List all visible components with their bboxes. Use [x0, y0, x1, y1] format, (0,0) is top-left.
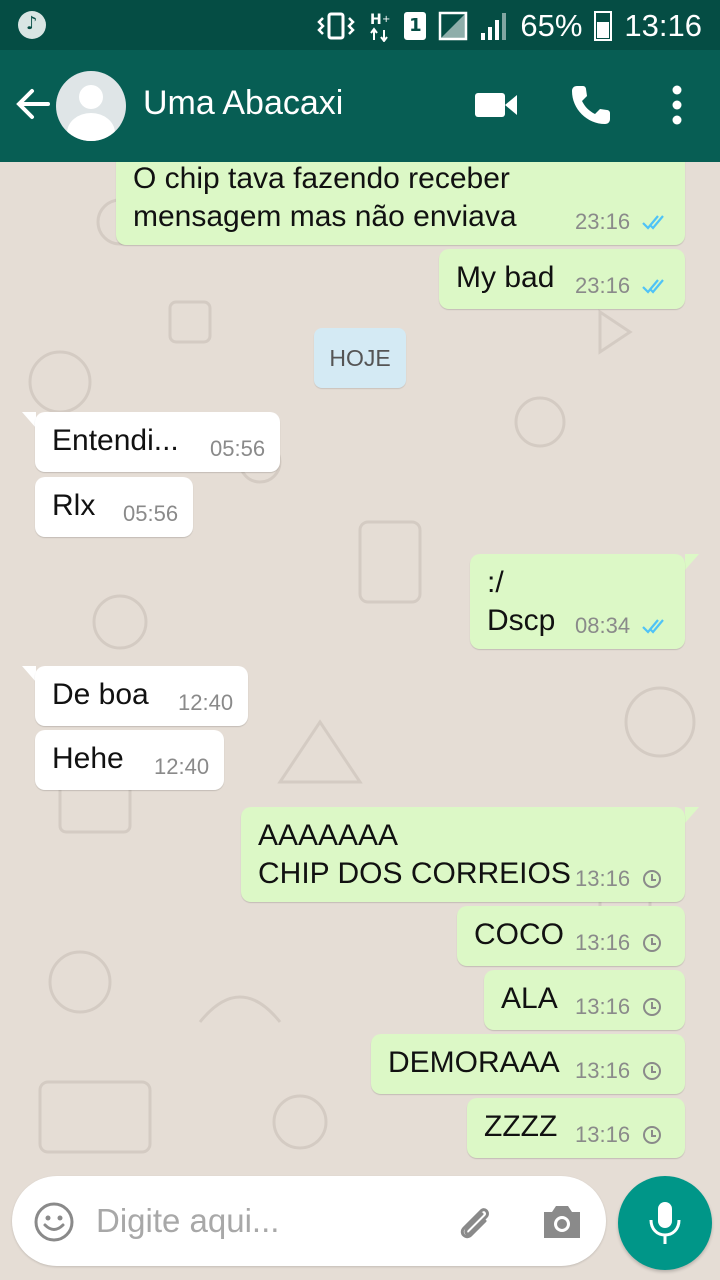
pending-clock-icon	[643, 1126, 661, 1144]
message-time: 13:16	[575, 930, 631, 955]
message-text: Entendi...	[52, 424, 179, 457]
no-signal-icon	[439, 11, 468, 41]
message-time: 23:16	[575, 209, 631, 234]
chat-header: Uma Abacaxi	[0, 50, 720, 162]
message-text: De boa	[52, 678, 149, 711]
message-time: 12:40	[154, 754, 210, 779]
message-input[interactable]	[96, 1198, 426, 1244]
read-ticks-icon	[642, 279, 664, 294]
message-bubble-outgoing[interactable]: AAAAAAA CHIP DOS CORREIOS 13:16	[241, 807, 685, 902]
bubble-tail	[685, 554, 699, 570]
message-text: Hehe	[52, 742, 124, 775]
message-bubble-incoming[interactable]: Hehe 12:40	[35, 730, 224, 790]
status-icons: H + 1 65% 13:16	[316, 6, 702, 46]
svg-text:+: +	[382, 14, 390, 25]
message-time: 05:56	[210, 436, 266, 461]
emoji-icon[interactable]	[32, 1200, 76, 1244]
read-ticks-icon	[642, 619, 664, 634]
message-time: 13:16	[575, 994, 631, 1019]
message-text: O chip tava fazendo receber mensagem mas…	[133, 162, 517, 233]
avatar[interactable]	[56, 71, 126, 141]
message-text: :/ Dscp	[487, 566, 556, 637]
back-arrow-icon[interactable]	[14, 84, 52, 124]
message-text: DEMORAAA	[388, 1046, 560, 1079]
message-text: ZZZZ	[484, 1110, 558, 1143]
date-separator: HOJE	[314, 328, 406, 388]
bubble-tail	[22, 412, 36, 428]
battery-percent: 65%	[520, 8, 583, 43]
message-bubble-outgoing[interactable]: O chip tava fazendo receber mensagem mas…	[116, 162, 685, 245]
message-bubble-incoming[interactable]: Rlx 05:56	[35, 477, 193, 537]
message-text: Rlx	[52, 489, 96, 522]
battery-icon	[594, 11, 613, 41]
svg-text:H: H	[370, 12, 382, 28]
clock-time: 13:16	[624, 8, 702, 43]
message-time: 12:40	[178, 690, 234, 715]
music-icon	[18, 11, 46, 39]
message-list[interactable]: O chip tava fazendo receber mensagem mas…	[0, 162, 720, 1176]
message-time: 05:56	[123, 501, 179, 526]
message-bubble-outgoing[interactable]: DEMORAAA 13:16	[371, 1034, 685, 1094]
message-text: ALA	[501, 982, 558, 1015]
message-text: My bad	[456, 261, 555, 294]
phone-icon[interactable]	[566, 80, 616, 130]
more-vert-icon[interactable]	[652, 80, 702, 130]
message-bubble-outgoing[interactable]: :/ Dscp 08:34	[470, 554, 685, 649]
message-bubble-outgoing[interactable]: ALA 13:16	[484, 970, 685, 1030]
bubble-tail	[22, 666, 36, 682]
message-time: 08:34	[575, 613, 631, 638]
message-bubble-outgoing[interactable]: ZZZZ 13:16	[467, 1098, 685, 1158]
message-text: COCO	[474, 918, 564, 951]
signal-icon	[481, 13, 507, 40]
pending-clock-icon	[643, 934, 661, 952]
message-time: 13:16	[575, 866, 631, 891]
mic-button[interactable]	[618, 1176, 712, 1270]
pending-clock-icon	[643, 870, 661, 888]
mic-icon	[649, 1202, 681, 1244]
data-icon: H +	[370, 12, 391, 42]
message-time: 13:16	[575, 1058, 631, 1083]
sim-icon: 1	[404, 12, 427, 40]
vibrate-icon	[317, 12, 356, 40]
video-call-icon[interactable]	[472, 80, 522, 130]
message-text: AAAAAAA CHIP DOS CORREIOS	[258, 819, 571, 890]
attach-icon[interactable]	[452, 1200, 496, 1244]
read-ticks-icon	[642, 215, 664, 230]
contact-name[interactable]: Uma Abacaxi	[143, 84, 343, 123]
message-composer	[12, 1176, 606, 1266]
status-bar: H + 1 65% 13:16	[0, 0, 720, 50]
message-bubble-incoming[interactable]: De boa 12:40	[35, 666, 248, 726]
message-time: 13:16	[575, 1122, 631, 1147]
message-bubble-incoming[interactable]: Entendi... 05:56	[35, 412, 280, 472]
camera-icon[interactable]	[540, 1202, 584, 1242]
pending-clock-icon	[643, 998, 661, 1016]
message-time: 23:16	[575, 273, 631, 298]
pending-clock-icon	[643, 1062, 661, 1080]
message-bubble-outgoing[interactable]: My bad 23:16	[439, 249, 685, 309]
message-bubble-outgoing[interactable]: COCO 13:16	[457, 906, 685, 966]
bubble-tail	[685, 807, 699, 823]
